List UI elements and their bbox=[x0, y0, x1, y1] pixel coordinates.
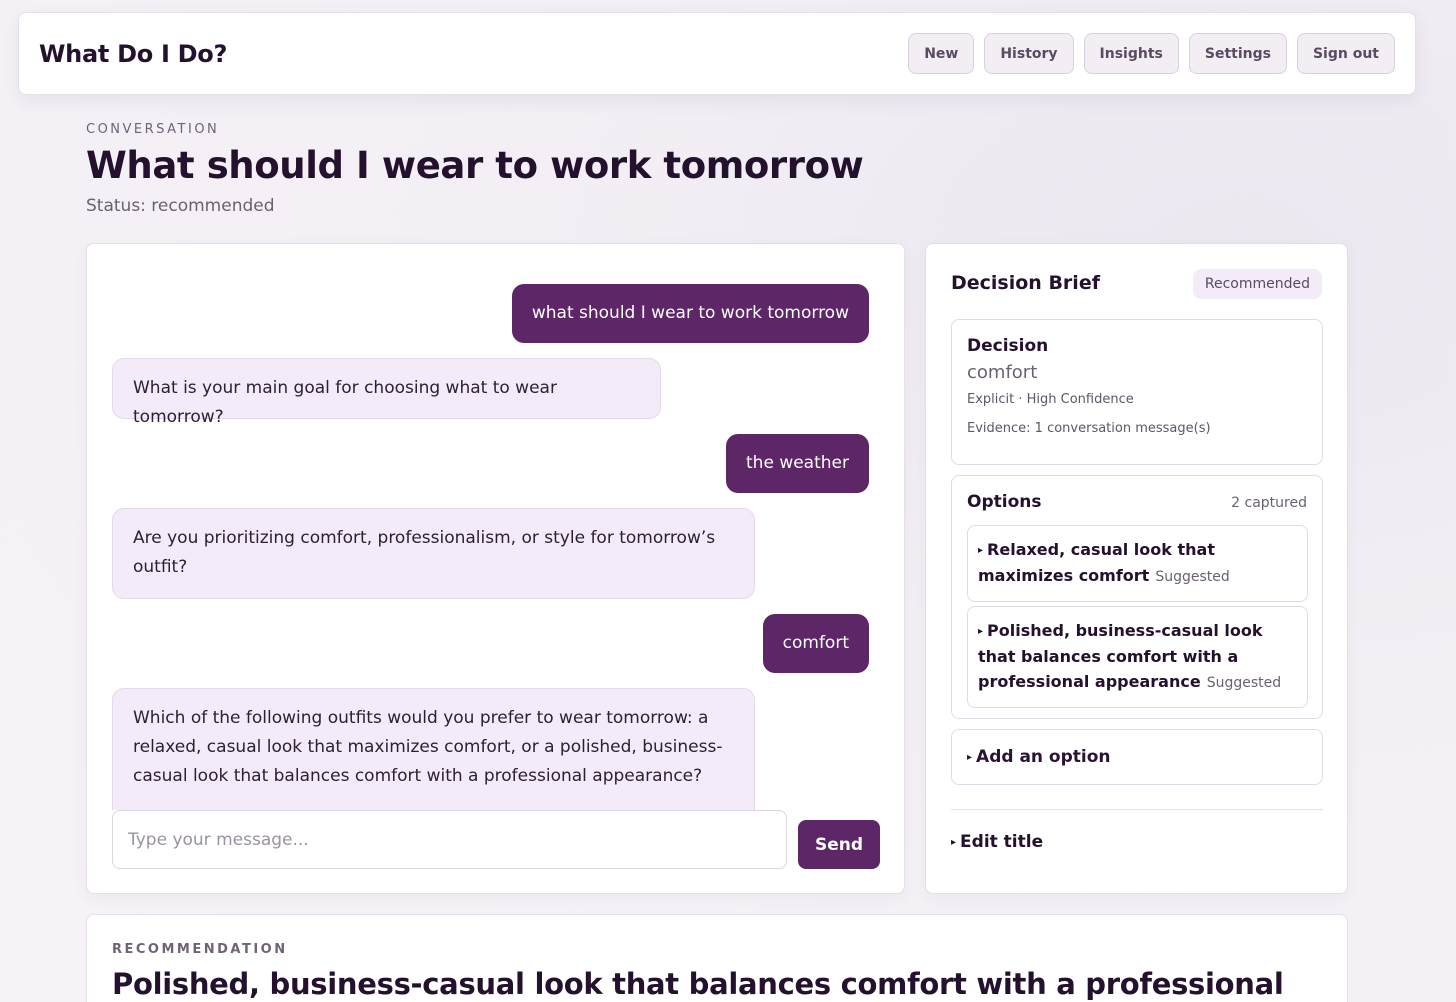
nav-sign-out-button[interactable]: Sign out bbox=[1296, 33, 1395, 74]
message-input[interactable] bbox=[112, 810, 787, 869]
decision-label: Decision bbox=[967, 336, 1049, 356]
decision-box: Decision comfort Explicit · High Confide… bbox=[951, 319, 1323, 465]
app-brand[interactable]: What Do I Do? bbox=[39, 40, 227, 68]
brief-title: Decision Brief bbox=[951, 272, 1100, 294]
top-navbar: What Do I Do? New History Insights Setti… bbox=[18, 12, 1416, 95]
nav-history-button[interactable]: History bbox=[984, 33, 1074, 74]
conversation-eyebrow: CONVERSATION bbox=[86, 122, 220, 137]
message-list[interactable]: what should I wear to work tomorrow What… bbox=[87, 244, 904, 810]
edit-title-label: Edit title bbox=[960, 832, 1044, 852]
send-button[interactable]: Send bbox=[798, 820, 880, 869]
divider bbox=[951, 809, 1323, 810]
options-box: Options 2 captured ▸ Relaxed, casual look… bbox=[951, 475, 1323, 719]
recommendation-eyebrow: RECOMMENDATION bbox=[112, 942, 288, 957]
options-count: 2 captured bbox=[1231, 495, 1307, 511]
user-message: comfort bbox=[762, 614, 869, 673]
triangle-right-icon: ▸ bbox=[978, 626, 984, 637]
decision-evidence: Evidence: 1 conversation message(s) bbox=[967, 421, 1211, 436]
nav-settings-button[interactable]: Settings bbox=[1188, 33, 1287, 74]
status-badge: Recommended bbox=[1192, 269, 1322, 299]
recommendation-card: RECOMMENDATION Polished, business-casual… bbox=[86, 914, 1348, 1002]
assistant-message: What is your main goal for choosing what… bbox=[112, 358, 661, 427]
chat-panel: what should I wear to work tomorrow What… bbox=[86, 243, 905, 894]
triangle-right-icon: ▸ bbox=[951, 837, 957, 848]
main-nav: New History Insights Settings Sign out bbox=[908, 33, 1395, 74]
message-composer: Send bbox=[112, 810, 880, 870]
decision-value: comfort bbox=[967, 362, 1038, 383]
option-item[interactable]: ▸ Polished, business-casual look that bal… bbox=[967, 606, 1308, 708]
user-message: what should I wear to work tomorrow bbox=[511, 284, 869, 343]
user-message: the weather bbox=[726, 434, 869, 493]
decision-confidence: Explicit · High Confidence bbox=[967, 392, 1134, 407]
status-text: Status: recommended bbox=[86, 196, 275, 216]
option-tag: Suggested bbox=[1155, 569, 1230, 585]
assistant-message: Which of the following outfits would you… bbox=[112, 688, 755, 810]
page-title: What should I wear to work tomorrow bbox=[86, 144, 864, 187]
nav-insights-button[interactable]: Insights bbox=[1083, 33, 1179, 74]
edit-title-toggle[interactable]: ▸ Edit title bbox=[951, 832, 1043, 852]
recommendation-title: Polished, business-casual look that bala… bbox=[112, 967, 1284, 1001]
option-item[interactable]: ▸ Relaxed, casual look that maximizes com… bbox=[967, 525, 1308, 602]
decision-brief-panel: Decision Brief Recommended Decision comf… bbox=[925, 243, 1348, 894]
nav-new-button[interactable]: New bbox=[908, 33, 975, 74]
assistant-message: Are you prioritizing comfort, profession… bbox=[112, 508, 755, 599]
add-option-label: Add an option bbox=[976, 747, 1111, 767]
triangle-right-icon: ▸ bbox=[978, 545, 984, 556]
add-option-toggle[interactable]: ▸ Add an option bbox=[951, 729, 1323, 785]
option-tag: Suggested bbox=[1206, 675, 1282, 691]
triangle-right-icon: ▸ bbox=[967, 751, 973, 763]
